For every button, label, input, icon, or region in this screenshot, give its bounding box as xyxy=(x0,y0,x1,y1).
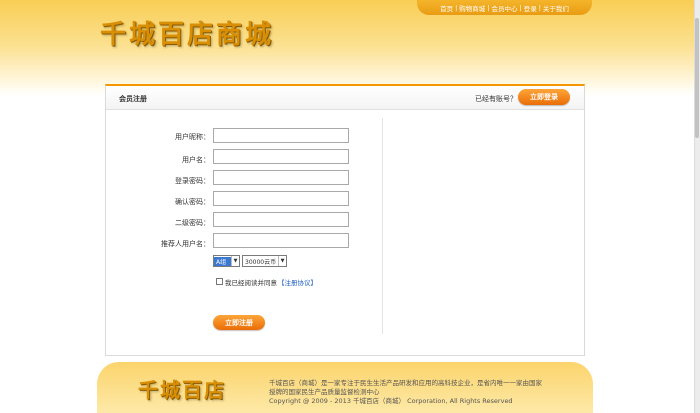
password-input[interactable] xyxy=(213,170,349,185)
site-logo[interactable]: 千城百店商城 xyxy=(100,14,274,51)
nav-separator: | xyxy=(519,3,522,12)
currency-select-value: 30000云币 xyxy=(245,258,277,266)
chevron-down-icon: ▼ xyxy=(231,256,239,266)
password-label: 登录密码： xyxy=(175,177,210,185)
secondary-password-input[interactable] xyxy=(213,212,349,227)
confirm-password-input[interactable] xyxy=(213,191,349,206)
register-panel: 会员注册 已经有账号？ 立即登录 用户昵称： 用户名： 登录密码： 确认密码： … xyxy=(105,84,585,356)
footer-logo: 千城百店 xyxy=(138,378,226,402)
nav-home-link[interactable]: 首页 xyxy=(440,3,453,13)
nickname-input[interactable] xyxy=(213,128,349,143)
scrollbar-thumb[interactable] xyxy=(695,18,699,138)
register-button[interactable]: 立即注册 xyxy=(213,315,265,330)
nav-separator: | xyxy=(538,3,541,12)
agree-checkbox[interactable] xyxy=(216,278,223,285)
referrer-label: 推荐人用户名： xyxy=(161,240,210,248)
referrer-input[interactable] xyxy=(213,233,349,248)
panel-header: 会员注册 已经有账号？ 立即登录 xyxy=(106,86,584,110)
confirm-password-label: 确认密码： xyxy=(175,198,210,206)
currency-select[interactable]: 30000云币 ▼ xyxy=(242,255,287,267)
username-input[interactable] xyxy=(213,149,349,164)
top-nav: 首页 | 购物商城 | 会员中心 | 登录 | 关于我们 xyxy=(417,0,592,15)
group-select[interactable]: A组 ▼ xyxy=(213,255,240,267)
username-label: 用户名： xyxy=(182,156,210,164)
nav-separator: | xyxy=(455,3,458,12)
nav-mall-link[interactable]: 购物商城 xyxy=(459,3,485,13)
login-button[interactable]: 立即登录 xyxy=(518,89,570,105)
agreement-link[interactable]: 【注册协议】 xyxy=(278,277,317,287)
chevron-down-icon: ▼ xyxy=(278,256,286,266)
nickname-label: 用户昵称： xyxy=(175,133,210,141)
footer-copyright: Copyright @ 2009 - 2013 千城百店（商城） Corpora… xyxy=(269,397,513,405)
nav-login-link[interactable]: 登录 xyxy=(524,3,537,13)
panel-divider xyxy=(382,118,383,334)
panel-title: 会员注册 xyxy=(119,95,147,103)
nav-member-center-link[interactable]: 会员中心 xyxy=(492,3,518,13)
secondary-password-label: 二级密码： xyxy=(175,219,210,227)
nav-separator: | xyxy=(487,3,490,12)
has-account-text: 已经有账号？ xyxy=(475,95,517,103)
page-scrollbar[interactable] xyxy=(694,0,700,413)
nav-about-link[interactable]: 关于我们 xyxy=(543,3,569,13)
group-select-value: A组 xyxy=(214,256,231,266)
agree-label: 我已经阅读并同意 xyxy=(225,279,277,287)
